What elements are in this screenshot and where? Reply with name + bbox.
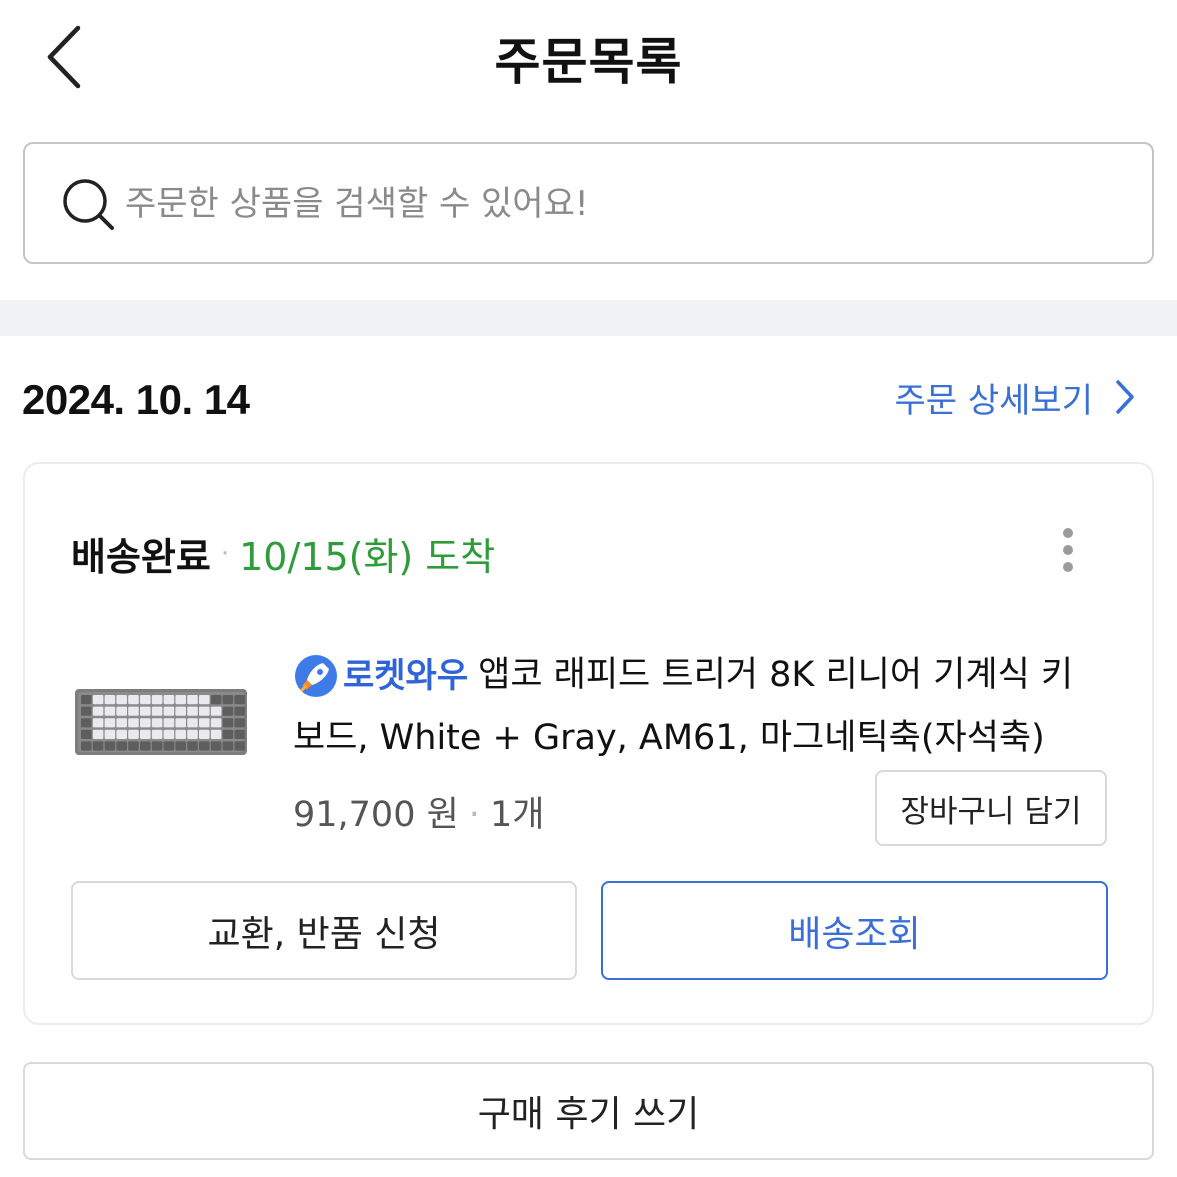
order-detail-link[interactable]: 주문 상세보기 <box>895 372 1136 422</box>
rocket-wow-label: 로켓와우 <box>343 656 469 696</box>
product-price: 91,700 원 <box>293 795 459 835</box>
add-to-cart-button[interactable]: 장바구니 담기 <box>875 770 1107 846</box>
more-options-button[interactable] <box>1058 528 1078 574</box>
section-divider <box>0 300 1177 336</box>
price-row: 91,700 원 · 1개 <box>293 786 544 837</box>
chevron-right-icon <box>1116 380 1134 414</box>
write-review-button[interactable]: 구매 후기 쓰기 <box>23 1062 1154 1160</box>
product-thumbnail[interactable] <box>75 689 247 755</box>
exchange-return-button[interactable]: 교환, 반품 신청 <box>71 881 577 980</box>
status-separator: · <box>220 538 230 569</box>
order-detail-label: 주문 상세보기 <box>894 380 1094 421</box>
search-input[interactable] <box>125 174 1105 234</box>
product-quantity: 1개 <box>489 795 545 835</box>
rocket-wow-badge: 로켓와우 <box>293 645 468 707</box>
product-info[interactable]: 로켓와우 앱코 래피드 트리거 8K 리니어 기계식 키보드, White + … <box>293 644 1103 769</box>
delivery-status: 배송완료 <box>71 535 211 579</box>
search-icon <box>63 179 114 230</box>
arrival-date: 10/15(화) 도착 <box>239 535 496 579</box>
delivery-status-row: 배송완료 · 10/15(화) 도착 <box>71 526 495 581</box>
page-title: 주문목록 <box>494 33 683 91</box>
search-box[interactable] <box>23 142 1154 264</box>
header: 주문목록 <box>0 0 1177 115</box>
track-delivery-button[interactable]: 배송조회 <box>601 881 1108 980</box>
order-date: 2024. 10. 14 <box>22 376 250 423</box>
rocket-icon <box>295 655 337 697</box>
kebab-menu-icon <box>1058 528 1078 572</box>
price-separator: · <box>468 795 480 835</box>
order-card: 배송완료 · 10/15(화) 도착 로켓와우 앱코 래피드 트리거 8K 리니… <box>23 462 1154 1025</box>
